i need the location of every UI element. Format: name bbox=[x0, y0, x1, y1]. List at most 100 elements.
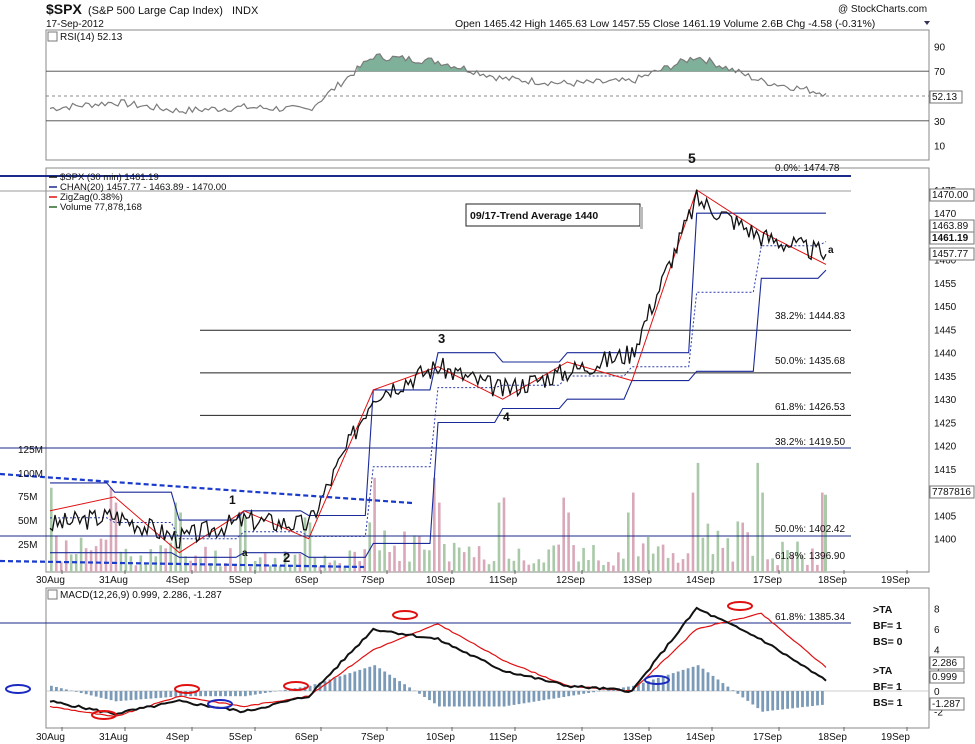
volume-bar bbox=[438, 502, 441, 572]
macd-histogram-bar bbox=[462, 691, 466, 707]
macd-histogram-bar bbox=[398, 681, 401, 691]
chart-date: 17-Sep-2012 bbox=[46, 19, 104, 30]
macd-histogram-bar bbox=[786, 691, 789, 709]
volume-bar bbox=[169, 542, 172, 572]
macd-histogram-bar bbox=[696, 665, 700, 691]
volume-bar bbox=[452, 542, 456, 572]
volume-bar bbox=[656, 546, 660, 572]
volume-bar bbox=[457, 547, 461, 572]
symbol-title: $SPX bbox=[46, 1, 82, 17]
volume-bar bbox=[627, 512, 630, 572]
fib-label: 61.8%: 1396.90 bbox=[775, 551, 845, 562]
macd-histogram-bar bbox=[776, 691, 780, 710]
macd-histogram-bar bbox=[224, 691, 227, 697]
macd-value-tag-text: 2.286 bbox=[932, 658, 957, 669]
macd-histogram-bar bbox=[169, 691, 173, 697]
volume-bar bbox=[592, 545, 595, 572]
price-tick-label: 1445 bbox=[934, 325, 957, 336]
volume-bar bbox=[731, 561, 735, 572]
price-value-tag-text: 1463.89 bbox=[932, 221, 969, 232]
volume-bar bbox=[84, 548, 88, 572]
macd-histogram-bar bbox=[552, 691, 556, 699]
volume-bar bbox=[582, 547, 585, 572]
volume-bar bbox=[671, 553, 675, 572]
macd-tick-label: 6 bbox=[934, 625, 940, 636]
macd-histogram-bar bbox=[771, 691, 775, 711]
macd-histogram-bar bbox=[681, 669, 685, 691]
macd-note-bottom: >TA bbox=[873, 665, 893, 677]
x-axis-label: 7Sep bbox=[361, 575, 385, 586]
macd-histogram-bar bbox=[706, 672, 710, 691]
volume-bar bbox=[517, 548, 521, 572]
macd-histogram-bar bbox=[159, 691, 163, 698]
rsi-tick-label: 30 bbox=[934, 117, 946, 128]
macd-histogram-bar bbox=[358, 669, 362, 691]
macd-histogram-bar bbox=[308, 685, 312, 691]
volume-bar bbox=[547, 549, 550, 572]
volume-bar bbox=[507, 558, 511, 572]
x-axis-label: 12Sep bbox=[556, 732, 585, 743]
volume-bar bbox=[587, 560, 590, 572]
volume-bar bbox=[661, 544, 665, 572]
macd-histogram-bar bbox=[816, 691, 819, 706]
macd-histogram-bar bbox=[149, 691, 153, 699]
volume-bar bbox=[522, 560, 526, 572]
volume-bar bbox=[64, 540, 68, 572]
macd-histogram-bar bbox=[736, 691, 740, 694]
volume-bar bbox=[443, 544, 446, 572]
volume-bar bbox=[676, 562, 680, 572]
volume-bar bbox=[602, 565, 605, 572]
macd-histogram-bar bbox=[109, 691, 113, 701]
macd-histogram-bar bbox=[154, 691, 158, 699]
macd-histogram-bar bbox=[229, 691, 232, 697]
volume-bar bbox=[771, 558, 774, 572]
volume-bar bbox=[651, 553, 655, 572]
volume-tick-label: 100M bbox=[18, 469, 43, 480]
volume-bar bbox=[577, 561, 580, 572]
volume-bar bbox=[333, 560, 337, 572]
macd-histogram-bar bbox=[84, 691, 88, 695]
chevron-down-icon[interactable] bbox=[924, 21, 930, 25]
volume-bar bbox=[532, 563, 536, 572]
volume-bar bbox=[746, 532, 749, 572]
macd-histogram-bar bbox=[801, 691, 804, 708]
wave-label: a bbox=[828, 245, 834, 256]
wave-label: 1 bbox=[229, 493, 236, 507]
macd-histogram-bar bbox=[418, 691, 421, 694]
macd-histogram-bar bbox=[239, 691, 242, 697]
macd-histogram-bar bbox=[59, 688, 63, 691]
rsi-tick-label: 10 bbox=[934, 142, 946, 153]
macd-histogram-bar bbox=[403, 684, 406, 691]
macd-histogram-bar bbox=[492, 691, 496, 707]
price-tick-label: 1450 bbox=[934, 302, 957, 313]
x-axis-label: 18Sep bbox=[818, 732, 847, 743]
x-axis-label: 17Sep bbox=[753, 575, 782, 586]
price-tick-label: 1470 bbox=[934, 209, 957, 220]
volume-bar bbox=[666, 557, 670, 572]
volume-bar bbox=[706, 523, 710, 572]
volume-bar bbox=[55, 535, 58, 572]
macd-histogram-bar bbox=[547, 691, 551, 700]
macd-histogram-bar bbox=[821, 691, 824, 705]
macd-histogram-bar bbox=[671, 673, 675, 691]
volume-bar bbox=[696, 462, 700, 572]
price-tick-label: 1435 bbox=[934, 372, 957, 383]
volume-bar bbox=[348, 550, 352, 572]
macd-histogram-bar bbox=[527, 691, 531, 703]
macd-fib-label: 61.8%: 1385.34 bbox=[775, 612, 845, 623]
macd-histogram-bar bbox=[497, 691, 501, 707]
macd-histogram-bar bbox=[517, 691, 521, 705]
volume-bar bbox=[79, 537, 83, 572]
annotation-shadow bbox=[640, 207, 643, 229]
x-axis-label: 12Sep bbox=[556, 575, 585, 586]
volume-bar bbox=[467, 546, 471, 572]
macd-note-top: >TA bbox=[873, 604, 893, 616]
macd-histogram-bar bbox=[104, 691, 108, 699]
volume-bar bbox=[502, 497, 506, 572]
macd-histogram-bar bbox=[388, 674, 392, 691]
rsi-tick-label: 70 bbox=[934, 67, 946, 78]
macd-histogram-bar bbox=[641, 682, 645, 691]
volume-bar bbox=[701, 537, 705, 572]
volume-tick-label: 25M bbox=[18, 540, 37, 551]
volume-bar bbox=[736, 521, 740, 572]
